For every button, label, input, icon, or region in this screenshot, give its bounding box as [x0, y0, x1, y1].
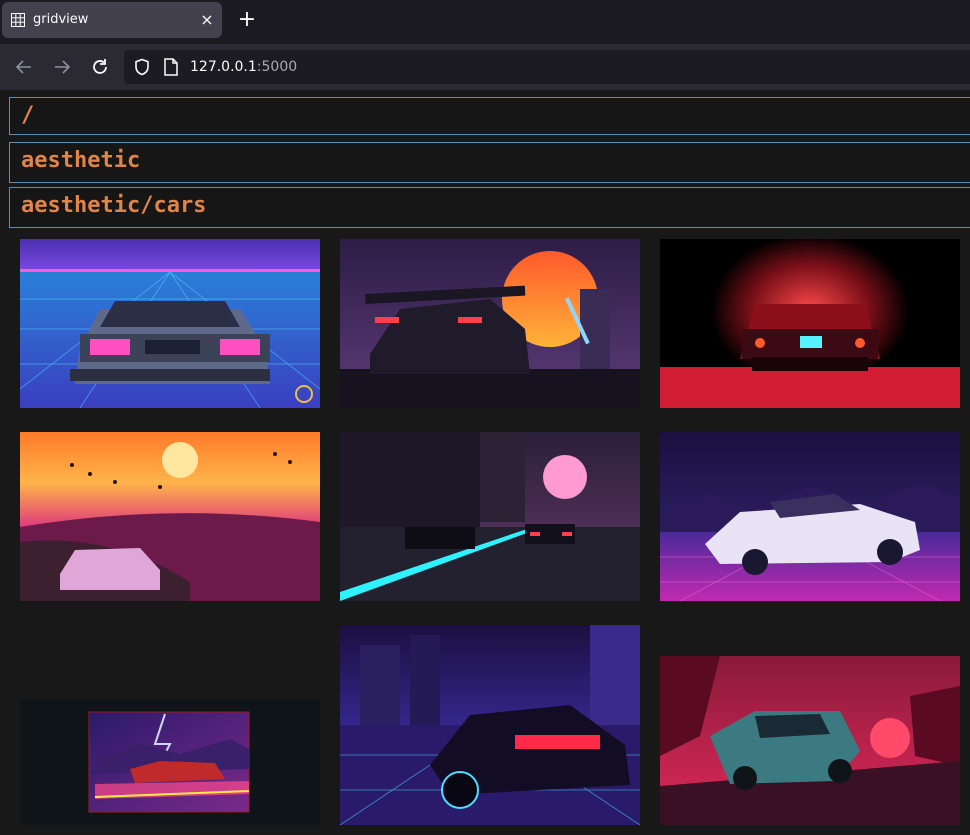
breadcrumb-aesthetic-cars[interactable]: aesthetic/cars: [9, 187, 970, 228]
image-thumbnail-teal-car[interactable]: [660, 656, 960, 825]
image-thumbnail-ferrari-hill[interactable]: [20, 432, 320, 601]
breadcrumb-label: aesthetic/cars: [21, 193, 207, 218]
neon-city-image: [340, 625, 640, 825]
image-thumbnail-neon-city[interactable]: [340, 625, 640, 825]
image-thumbnail-white-testarossa[interactable]: [660, 432, 960, 601]
tab-bar: gridview × +: [0, 0, 970, 44]
grid-icon: [11, 13, 25, 27]
address-bar[interactable]: 127.0.0.1:5000: [124, 50, 970, 84]
browser-tab[interactable]: gridview ×: [2, 2, 222, 38]
url-text[interactable]: 127.0.0.1:5000: [190, 59, 297, 75]
image-thumbnail-delorean[interactable]: [20, 239, 320, 408]
page-content: / aesthetic aesthetic/cars: [0, 90, 970, 835]
image-thumbnail-city-street[interactable]: [340, 432, 640, 601]
close-tab-icon[interactable]: ×: [197, 10, 217, 30]
navigation-bar: 127.0.0.1:5000: [0, 44, 970, 90]
image-thumbnail-red-ferrari[interactable]: [660, 239, 960, 408]
city-street-image: [340, 432, 640, 601]
url-host: 127.0.0.1: [190, 59, 257, 75]
breadcrumb-aesthetic[interactable]: aesthetic: [9, 142, 970, 183]
breadcrumb-label: aesthetic: [21, 148, 141, 173]
lightning-car-image: [20, 699, 320, 825]
red-ferrari-image: [660, 239, 960, 408]
page-icon: [164, 58, 178, 76]
back-arrow-icon[interactable]: [13, 56, 35, 78]
image-thumbnail-sunset-supercar[interactable]: [340, 239, 640, 408]
breadcrumb-label: /: [21, 103, 35, 128]
teal-car-image: [660, 656, 960, 825]
ferrari-hill-image: [20, 432, 320, 601]
white-testarossa-image: [660, 432, 960, 601]
new-tab-button[interactable]: +: [236, 9, 258, 31]
forward-arrow-icon[interactable]: [51, 56, 73, 78]
sunset-supercar-image: [340, 239, 640, 408]
url-port: :5000: [256, 59, 298, 75]
tab-title: gridview: [33, 12, 89, 27]
delorean-image: [20, 239, 320, 408]
breadcrumb-root[interactable]: /: [9, 97, 970, 135]
shield-icon[interactable]: [133, 58, 151, 76]
reload-icon[interactable]: [89, 56, 111, 78]
image-thumbnail-lightning-car[interactable]: [20, 699, 320, 825]
